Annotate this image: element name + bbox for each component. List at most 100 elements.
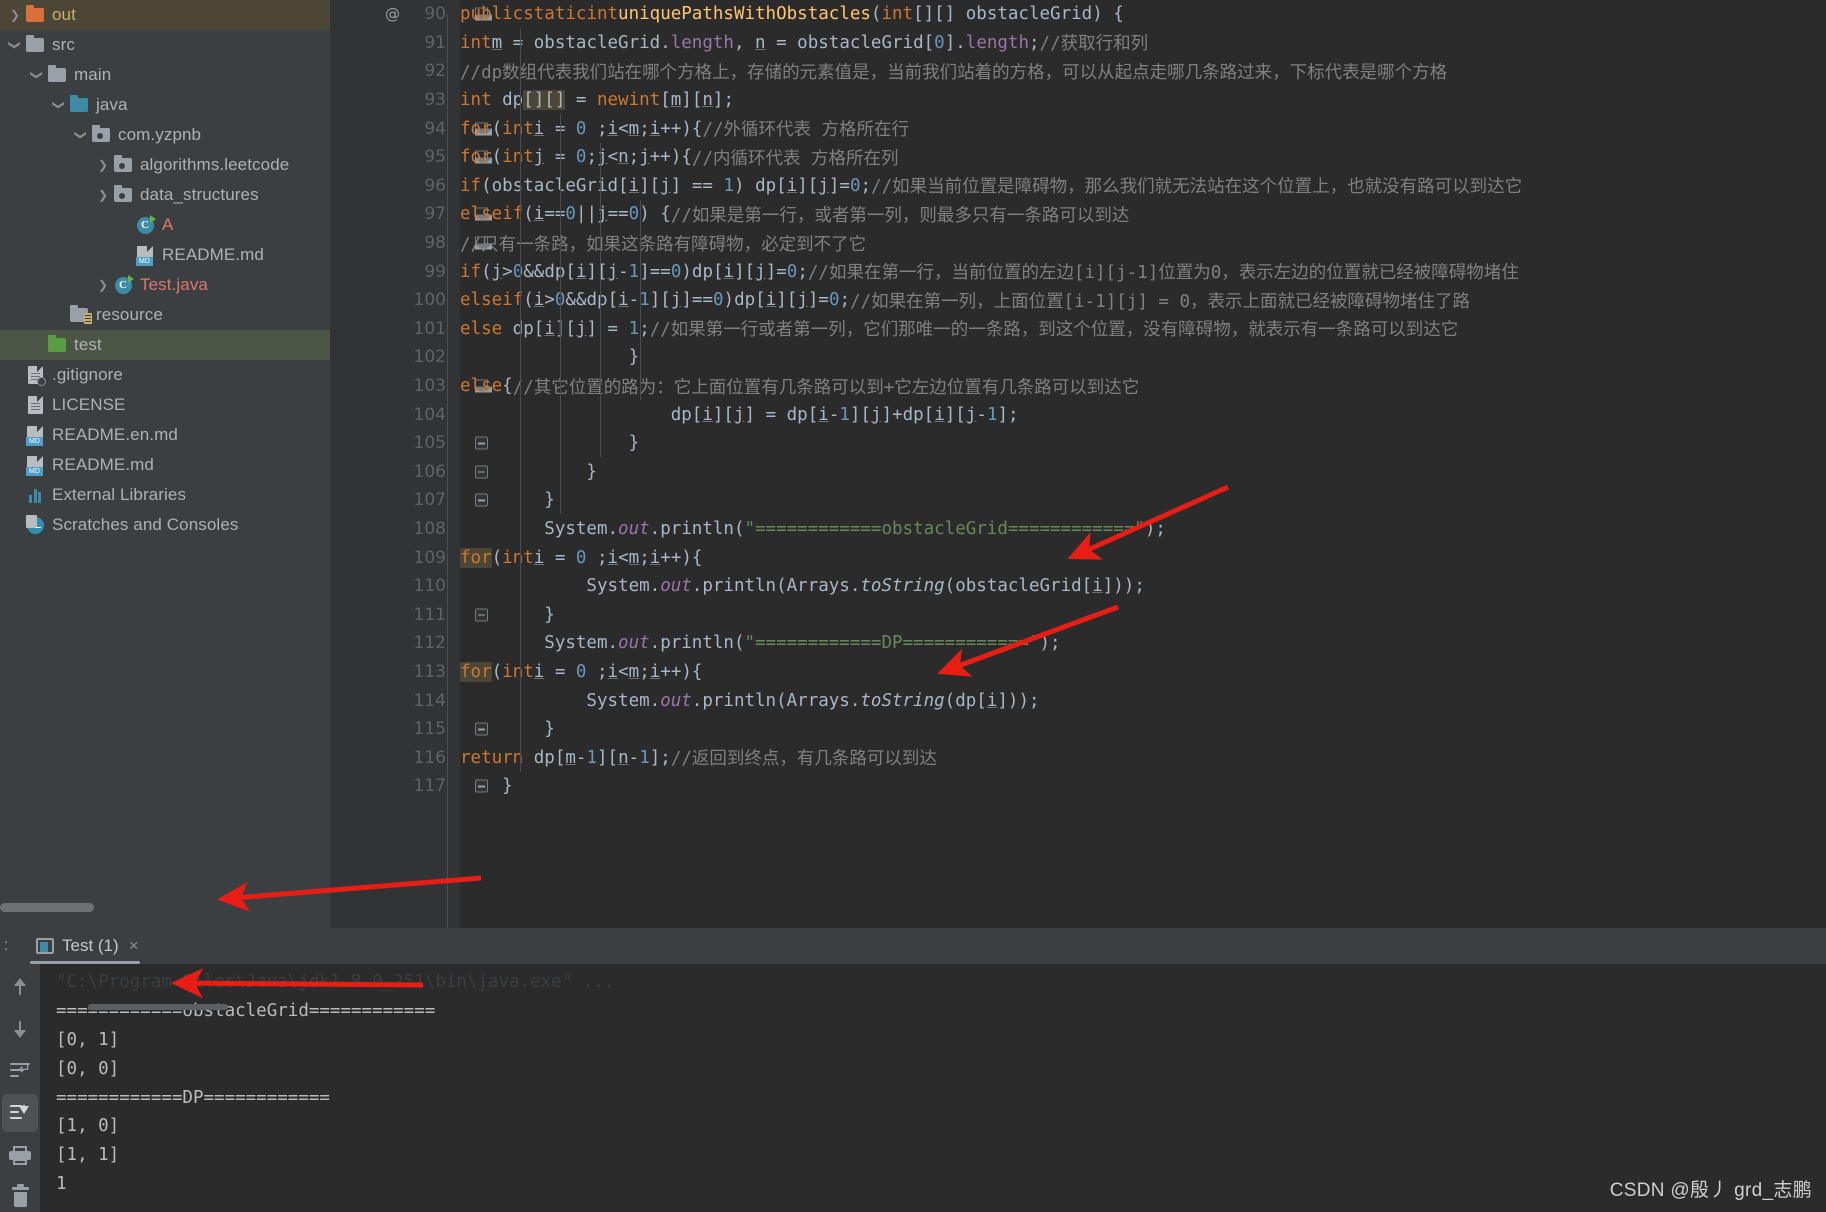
console-toolbar[interactable]	[0, 964, 40, 1212]
code-line-109[interactable]: for(int i = 0 ; i < m; i ++){	[460, 543, 1826, 572]
code-line-91[interactable]: int m = obstacleGrid. length, n = obstacl…	[460, 29, 1826, 58]
code-line-101[interactable]: else dp[i][j] = 1;//如果第一行或者第一列，它们那唯一的一条路…	[460, 315, 1826, 344]
gutter-line[interactable]: 93	[330, 86, 460, 115]
code-line-97[interactable]: else if(i == 0 || j == 0) {//如果是第一行，或者第一列，则最多只…	[460, 200, 1826, 229]
gutter-line[interactable]: 109	[330, 543, 488, 572]
code-line-99[interactable]: if(j >0 &&dp[i][j -1]== 0)dp[i][j]= 0;//如果在第一…	[460, 257, 1826, 286]
gutter-line[interactable]: 94	[330, 114, 492, 143]
tree-item-data-structures[interactable]: ❯ data_structures	[0, 180, 330, 210]
gutter-line[interactable]: 111	[330, 600, 488, 629]
tree-item-out[interactable]: ❯ out	[0, 0, 330, 30]
tree-item-license[interactable]: LICENSE	[0, 390, 330, 420]
print-button[interactable]	[2, 1136, 38, 1174]
tree-item-test-java[interactable]: ❯ C Test.java	[0, 270, 330, 300]
gutter-line[interactable]: 100	[330, 286, 460, 315]
scroll-up-button[interactable]	[2, 968, 38, 1006]
code-line-117[interactable]: }	[460, 772, 1826, 801]
gutter-line[interactable]: 110	[330, 572, 460, 601]
gutter-line[interactable]: 117	[330, 772, 488, 801]
code-line-111[interactable]: }	[460, 600, 1826, 629]
gutter-line[interactable]: 114	[330, 686, 460, 715]
gutter-line[interactable]: 92	[330, 57, 460, 86]
code-line-100[interactable]: else if(i>0&&dp[i-1][j]==0)dp[i][j]=0;//…	[460, 286, 1826, 315]
gutter-line[interactable]: 102	[330, 343, 460, 372]
gutter-line[interactable]: 97	[330, 200, 492, 229]
console-scroll-thumb[interactable]	[88, 1004, 228, 1010]
code-line-98[interactable]: //只有一条路，如果这条路有障碍物，必定到不了它	[460, 229, 1826, 258]
gutter-line[interactable]: 98	[330, 229, 492, 258]
gutter-line[interactable]: 91	[330, 29, 460, 58]
gutter-line[interactable]: @90	[330, 0, 492, 29]
clear-all-button[interactable]	[2, 1178, 38, 1212]
code-line-102[interactable]: }	[460, 343, 1826, 372]
gutter-line[interactable]: 108	[330, 515, 460, 544]
run-console-panel[interactable]: : Test (1) × ↵ "C:\Program Files\Java\jd…	[0, 928, 1826, 1212]
chevron-down-icon[interactable]: ❯	[28, 66, 46, 84]
tree-item-java[interactable]: ❯ java	[0, 90, 330, 120]
tree-item-gitignore[interactable]: .gitignore	[0, 360, 330, 390]
chevron-down-icon[interactable]: ❯	[72, 126, 90, 144]
chevron-right-icon[interactable]: ❯	[94, 186, 112, 204]
tree-item-algorithms-leetcode[interactable]: ❯ algorithms.leetcode	[0, 150, 330, 180]
gutter-line[interactable]: 116	[330, 743, 460, 772]
scroll-down-button[interactable]	[2, 1010, 38, 1048]
code-line-96[interactable]: if (obstacleGrid[i][j] == 1) dp[i][j]= 0; /…	[460, 172, 1826, 201]
code-line-95[interactable]: for(int j = 0; j < n; j ++){//内循环代表 方格所在列	[460, 143, 1826, 172]
scroll-to-end-button[interactable]	[2, 1094, 38, 1132]
gutter-line[interactable]: 107	[330, 486, 488, 515]
scrollbar-thumb[interactable]	[0, 903, 94, 912]
tree-item-scratches-and-consoles[interactable]: Scratches and Consoles	[0, 510, 330, 540]
code-line-103[interactable]: else{//其它位置的路为：它上面位置有几条路可以到+它左边位置有几条路可以到…	[460, 372, 1826, 401]
chevron-right-icon[interactable]: ❯	[6, 6, 24, 24]
console-output[interactable]: "C:\Program Files\Java\jdk1.8.0_251\bin\…	[40, 964, 1826, 1212]
console-tab-test[interactable]: Test (1) ×	[26, 930, 149, 962]
chevron-down-icon[interactable]: ❯	[6, 36, 24, 54]
tree-item-main[interactable]: ❯ main	[0, 60, 330, 90]
code-line-106[interactable]: }	[460, 458, 1826, 487]
code-line-90[interactable]: public static int uniquePathsWithObstacl…	[460, 0, 1826, 29]
soft-wrap-button[interactable]	[2, 1052, 38, 1090]
code-content[interactable]: public static int uniquePathsWithObstacl…	[460, 0, 1826, 928]
code-line-110[interactable]: System. out .println(Arrays. toString (obsta…	[460, 572, 1826, 601]
tree-item-readme-md[interactable]: README.md	[0, 450, 330, 480]
tree-item-external-libraries[interactable]: External Libraries	[0, 480, 330, 510]
gutter-line[interactable]: 106	[330, 458, 488, 487]
close-icon[interactable]: ×	[129, 936, 139, 956]
gutter-line[interactable]: 105	[330, 429, 488, 458]
editor-gutter[interactable]: @90 91 92 93 94 95 96 97 98 99 100 101 102 103 104 105 1…	[330, 0, 492, 928]
code-line-112[interactable]: System. out .println("============DP======…	[460, 629, 1826, 658]
code-line-105[interactable]: }	[460, 429, 1826, 458]
chevron-right-icon[interactable]: ❯	[94, 276, 112, 294]
code-line-104[interactable]: dp[i][j] = dp[i -1][j]+dp[i][j -1];	[460, 400, 1826, 429]
gutter-line[interactable]: 101	[330, 315, 460, 344]
code-line-108[interactable]: System. out .println("============obstacle…	[460, 515, 1826, 544]
chevron-down-icon[interactable]: ❯	[50, 96, 68, 114]
gutter-line[interactable]: 95	[330, 143, 492, 172]
gutter-line[interactable]: 112	[330, 629, 460, 658]
tree-item-resource[interactable]: resource	[0, 300, 330, 330]
console-tab-bar[interactable]: : Test (1) ×	[0, 928, 1826, 964]
project-tree-panel[interactable]: ❯ out ❯ src ❯ main ❯ java ❯ com.yzpnb ❯ algorithms.…	[0, 0, 330, 928]
tree-item-readme-en-md[interactable]: README.en.md	[0, 420, 330, 450]
code-line-94[interactable]: for(int i = 0 ; i < m; i ++){//外循环代表 方格所在行	[460, 114, 1826, 143]
code-line-93[interactable]: int dp[][] = new int[m][n];	[460, 86, 1826, 115]
tree-item-readme-md[interactable]: README.md	[0, 240, 330, 270]
code-line-115[interactable]: }	[460, 715, 1826, 744]
chevron-right-icon[interactable]: ❯	[94, 156, 112, 174]
gutter-line[interactable]: 113	[330, 658, 488, 687]
tree-item-com-yzpnb[interactable]: ❯ com.yzpnb	[0, 120, 330, 150]
code-line-92[interactable]: //dp数组代表我们站在哪个方格上，存储的元素值是，当前我们站着的方格，可以从起…	[460, 57, 1826, 86]
tree-item-a[interactable]: CA	[0, 210, 330, 240]
code-line-107[interactable]: }	[460, 486, 1826, 515]
code-line-113[interactable]: for(int i = 0 ; i < m; i ++){	[460, 658, 1826, 687]
gutter-line[interactable]: 115	[330, 715, 488, 744]
gutter-line[interactable]: 99	[330, 257, 460, 286]
tree-item-src[interactable]: ❯ src	[0, 30, 330, 60]
gutter-line[interactable]: 103	[330, 372, 492, 401]
gutter-line[interactable]: 96	[330, 172, 460, 201]
gutter-line[interactable]: 104	[330, 400, 460, 429]
code-line-114[interactable]: System. out .println(Arrays. toString (dp[i]…	[460, 686, 1826, 715]
code-editor[interactable]: @90 91 92 93 94 95 96 97 98 99 100 101 102 103 104 105 1…	[330, 0, 1826, 928]
project-tree-horizontal-scrollbar[interactable]	[0, 900, 330, 914]
code-line-116[interactable]: return dp[m -1][n -1];//返回到终点，有几条路可以到达	[460, 743, 1826, 772]
